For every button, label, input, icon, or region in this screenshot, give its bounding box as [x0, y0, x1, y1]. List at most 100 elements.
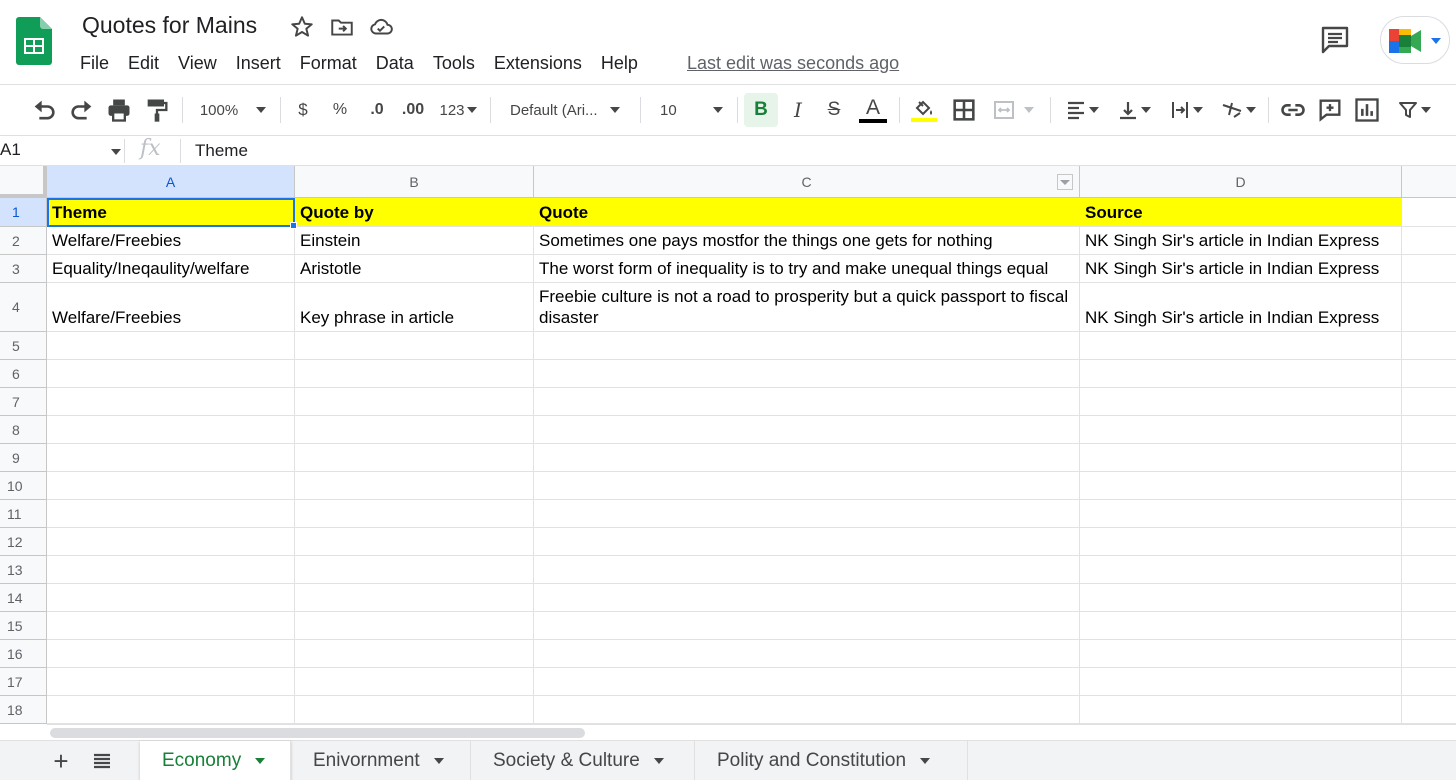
sheets-logo-icon[interactable] [16, 17, 52, 65]
sheet-tab-society-culture[interactable]: Society & Culture [471, 741, 695, 780]
cell-d4[interactable]: NK Singh Sir's article in Indian Express [1080, 283, 1402, 332]
horizontal-align-button[interactable] [1060, 93, 1104, 127]
formula-input[interactable]: Theme [195, 141, 248, 161]
column-header-c[interactable]: C [534, 166, 1080, 198]
select-all-corner[interactable] [0, 166, 47, 198]
row-header[interactable]: 17 [0, 668, 47, 696]
menu-edit[interactable]: Edit [128, 50, 159, 76]
menu-extensions[interactable]: Extensions [494, 50, 582, 76]
row-header[interactable]: 10 [0, 472, 47, 500]
italic-button[interactable]: I [784, 93, 812, 127]
cell-c2[interactable]: Sometimes one pays mostfor the things on… [534, 227, 1080, 255]
row-header[interactable]: 18 [0, 696, 47, 724]
percent-format-button[interactable]: % [327, 93, 353, 127]
bold-button[interactable]: B [744, 93, 778, 127]
column-header-a[interactable]: A [47, 166, 295, 198]
borders-icon[interactable] [950, 93, 978, 127]
row-header[interactable]: 1 [0, 198, 47, 227]
currency-format-button[interactable]: $ [290, 93, 316, 127]
comments-icon[interactable] [1318, 24, 1352, 56]
chevron-down-icon[interactable] [111, 149, 121, 155]
scrollbar-thumb[interactable] [50, 728, 585, 738]
cell-c3[interactable]: The worst form of inequality is to try a… [534, 255, 1080, 283]
menu-insert[interactable]: Insert [236, 50, 281, 76]
cell-d3[interactable]: NK Singh Sir's article in Indian Express [1080, 255, 1402, 283]
text-wrapping-button[interactable] [1164, 93, 1208, 127]
column-header-d[interactable]: D [1080, 166, 1402, 198]
row-header[interactable]: 4 [0, 283, 47, 332]
insert-chart-icon[interactable] [1353, 93, 1381, 127]
row-header[interactable]: 3 [0, 255, 47, 283]
move-to-folder-icon[interactable] [329, 14, 355, 40]
cell-a2[interactable]: Welfare/Freebies [47, 227, 295, 255]
cell-a1[interactable]: Theme [47, 198, 295, 227]
cell-d2[interactable]: NK Singh Sir's article in Indian Express [1080, 227, 1402, 255]
row-header[interactable]: 9 [0, 444, 47, 472]
cloud-saved-icon[interactable] [368, 14, 394, 40]
print-icon[interactable] [105, 93, 133, 127]
cell-b2[interactable]: Einstein [295, 227, 534, 255]
row-header[interactable]: 12 [0, 528, 47, 556]
cell-c4[interactable]: Freebie culture is not a road to prosper… [534, 283, 1080, 332]
column-filter-dropdown[interactable] [1057, 174, 1073, 190]
chevron-down-icon[interactable] [433, 758, 444, 764]
chevron-down-icon[interactable] [920, 758, 931, 764]
insert-link-icon[interactable] [1279, 93, 1307, 127]
strikethrough-button[interactable]: S [820, 93, 848, 127]
cell-a3[interactable]: Equality/Ineqaulity/welfare [47, 255, 295, 283]
document-title[interactable]: Quotes for Mains [82, 12, 257, 39]
chevron-down-icon[interactable] [255, 758, 266, 764]
empty-cells-grid[interactable] [47, 332, 1456, 724]
paint-format-icon[interactable] [143, 93, 171, 127]
decrease-decimal-button[interactable]: .0 [363, 93, 391, 127]
chevron-down-icon[interactable] [653, 758, 664, 764]
merge-cells-button[interactable] [988, 93, 1038, 127]
row-header[interactable]: 16 [0, 640, 47, 668]
all-sheets-icon[interactable] [91, 751, 113, 771]
fill-color-button[interactable] [908, 93, 940, 127]
menu-help[interactable]: Help [601, 50, 638, 76]
column-header-b[interactable]: B [295, 166, 534, 198]
column-header-e[interactable] [1402, 166, 1456, 198]
sheet-tab-economy[interactable]: Economy [140, 741, 291, 780]
horizontal-scrollbar[interactable] [47, 724, 1456, 740]
increase-decimal-button[interactable]: .00 [398, 93, 428, 127]
sheet-tab-enivornment[interactable]: Enivornment [291, 741, 471, 780]
cell-b1[interactable]: Quote by [295, 198, 534, 227]
text-rotation-button[interactable] [1216, 93, 1260, 127]
font-size-select[interactable]: 10 [650, 93, 730, 127]
menu-data[interactable]: Data [376, 50, 414, 76]
row-header[interactable]: 7 [0, 388, 47, 416]
font-family-select[interactable]: Default (Ari... [500, 93, 630, 127]
cell-b4[interactable]: Key phrase in article [295, 283, 534, 332]
text-color-button[interactable]: A [856, 93, 890, 127]
name-box[interactable]: A1 [0, 140, 21, 160]
row-header[interactable]: 6 [0, 360, 47, 388]
filter-button[interactable] [1392, 93, 1436, 127]
menu-file[interactable]: File [80, 50, 109, 76]
menu-view[interactable]: View [178, 50, 217, 76]
redo-icon[interactable] [68, 93, 96, 127]
last-edit-link[interactable]: Last edit was seconds ago [687, 50, 899, 76]
sheet-tab-polity-constitution[interactable]: Polity and Constitution [695, 741, 968, 780]
fill-handle[interactable] [290, 222, 297, 229]
row-header[interactable]: 11 [0, 500, 47, 528]
undo-icon[interactable] [30, 93, 58, 127]
cell-a4[interactable]: Welfare/Freebies [47, 283, 295, 332]
row-header[interactable]: 13 [0, 556, 47, 584]
more-formats-button[interactable]: 123 [436, 93, 480, 127]
menu-tools[interactable]: Tools [433, 50, 475, 76]
row-header[interactable]: 8 [0, 416, 47, 444]
add-sheet-icon[interactable]: + [48, 746, 74, 776]
menu-format[interactable]: Format [300, 50, 357, 76]
zoom-select[interactable]: 100% [193, 93, 273, 127]
star-icon[interactable] [289, 14, 315, 40]
cell-c1[interactable]: Quote [534, 198, 1080, 227]
column-e-cells[interactable] [1402, 198, 1456, 332]
row-header[interactable]: 2 [0, 227, 47, 255]
row-header[interactable]: 14 [0, 584, 47, 612]
meet-button[interactable] [1380, 16, 1450, 64]
row-header[interactable]: 15 [0, 612, 47, 640]
cell-b3[interactable]: Aristotle [295, 255, 534, 283]
vertical-align-button[interactable] [1112, 93, 1156, 127]
